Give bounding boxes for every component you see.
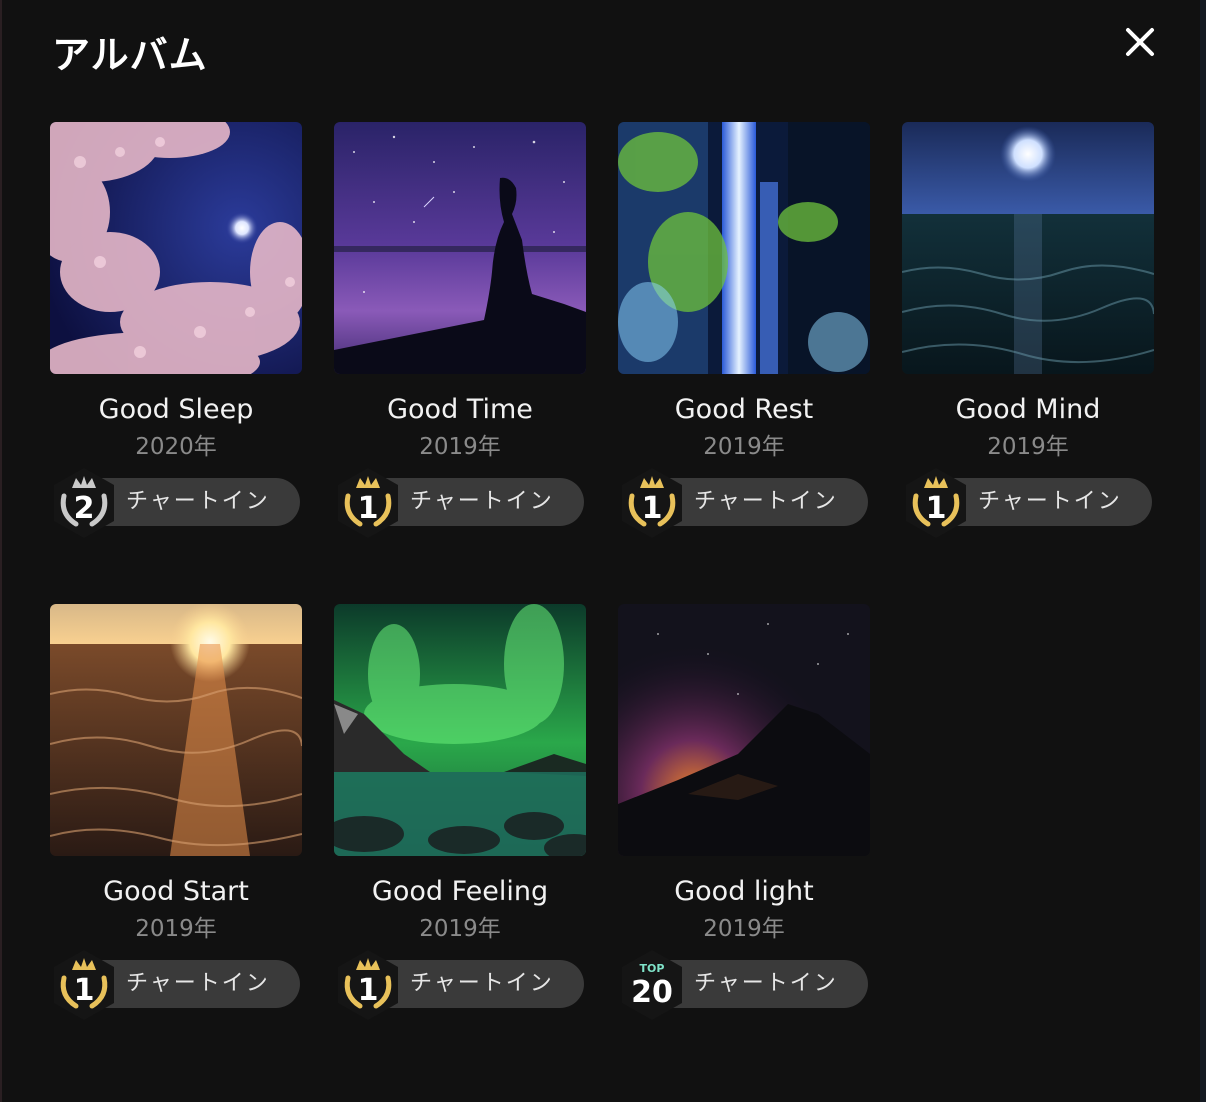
album-title: Good Mind [955,394,1101,425]
chart-in-label: チャートイン [126,971,270,996]
rank-number: 1 [358,491,379,526]
album-cover-cherry-blossom-night[interactable] [50,122,302,374]
chart-in-label: チャートイン [126,489,270,514]
rank-number: 1 [926,491,947,526]
album-year: 2019年 [987,434,1069,460]
chart-in-label: チャートイン [410,489,554,514]
rank-badge-gold-icon: 1 [906,468,966,538]
chart-in-label: チャートイン [410,971,554,996]
album-title: Good Start [103,876,249,907]
album-title: Good light [674,876,814,907]
chart-in-label: チャートイン [694,971,838,996]
rank-number: 20 [631,975,673,1010]
album-year: 2020年 [135,434,217,460]
album-cover-starry-silhouette[interactable] [334,122,586,374]
rank-prefix: TOP [640,962,665,975]
album-cover-sunrise-sea[interactable] [50,604,302,856]
rank-badge-silver-icon: 2 [54,468,114,538]
album-year: 2019年 [703,916,785,942]
album-year: 2019年 [419,434,501,460]
album-title: Good Feeling [371,876,549,907]
album-year: 2019年 [135,916,217,942]
rank-badge-gold-icon: 1 [338,468,398,538]
album-title: Good Sleep [98,394,254,425]
rank-badge-gold-icon: 1 [54,950,114,1020]
backdrop-edge-right [1200,0,1206,1102]
album-card-good-sleep[interactable]: Good Sleep 2020年 チャートイン 2 [50,122,302,548]
album-year: 2019年 [419,916,501,942]
rank-number: 1 [74,973,95,1008]
album-card-good-rest[interactable]: Good Rest 2019年 チャートイン 1 [618,122,870,548]
album-cover-night-mountain[interactable] [618,604,870,856]
rank-number: 1 [642,491,663,526]
rank-number: 1 [358,973,379,1008]
rank-badge-top20-icon: TOP 20 [622,950,682,1020]
modal-title: アルバム [52,33,208,77]
album-cover-moonlit-sea[interactable] [902,122,1154,374]
chart-in-label: チャートイン [978,489,1122,514]
album-title: Good Rest [674,394,814,425]
rank-badge-gold-icon: 1 [338,950,398,1020]
close-button[interactable] [1120,22,1160,62]
album-card-good-feeling[interactable]: Good Feeling 2019年 チャートイン 1 [334,604,586,1030]
album-card-good-time[interactable]: Good Time 2019年 チャートイン 1 [334,122,586,548]
chart-in-label: チャートイン [694,489,838,514]
album-card-good-mind[interactable]: Good Mind 2019年 チャートイン 1 [902,122,1154,548]
album-card-good-start[interactable]: Good Start 2019年 チャートイン 1 [50,604,302,1030]
rank-badge-gold-icon: 1 [622,468,682,538]
close-icon [1126,28,1154,56]
album-grid: Good Sleep 2020年 チャートイン 2 Good Time 2019… [50,122,1154,1030]
album-card-good-light[interactable]: Good light 2019年 チャートイン TOP 20 [618,604,870,1030]
album-cover-aurora[interactable] [334,604,586,856]
album-modal: アルバム Good Sleep 2020年 チャートイン 2 Good Time… [2,0,1200,1102]
album-cover-waterfall[interactable] [618,122,870,374]
album-title: Good Time [387,394,533,425]
rank-number: 2 [74,491,95,526]
album-year: 2019年 [703,434,785,460]
